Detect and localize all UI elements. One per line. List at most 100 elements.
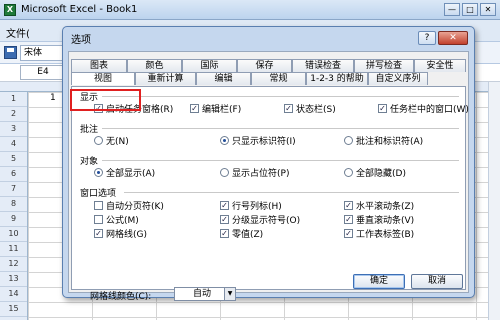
checkbox-checked-icon[interactable]: ✓ — [94, 104, 103, 113]
option-label: 公式(M) — [106, 216, 139, 226]
option-label: 启动任务窗格(R) — [106, 105, 174, 115]
row-number[interactable]: 8 — [0, 197, 27, 212]
option-label: 网格线(G) — [106, 230, 147, 240]
comment-option-1[interactable]: 只显示标识符(I) — [220, 134, 296, 147]
menu-file[interactable]: 文件( — [2, 23, 34, 42]
maximize-button[interactable]: □ — [462, 3, 478, 16]
row-number[interactable]: 10 — [0, 227, 27, 242]
option-label: 全部隐藏(D) — [356, 169, 406, 179]
radio-unselected-icon[interactable] — [94, 136, 103, 145]
excel-title-bar: X Microsoft Excel - Book1 — □ ✕ — [0, 0, 500, 20]
window-option-2[interactable]: ✓ 水平滚动条(Z) — [344, 199, 414, 212]
dialog-title: 选项 — [71, 34, 91, 46]
comment-option-0[interactable]: 无(N) — [94, 134, 129, 147]
checkbox-checked-icon[interactable]: ✓ — [284, 104, 293, 113]
option-label: 全部显示(A) — [106, 169, 156, 179]
option-label: 自动分页符(K) — [106, 202, 164, 212]
window-option-8[interactable]: ✓ 工作表标签(B) — [344, 227, 414, 240]
section-divider — [102, 96, 459, 97]
row-headers: 1 2 3 4 5 6 7 8 9 10 11 12 13 14 15 — [0, 92, 28, 320]
radio-selected-icon[interactable] — [220, 136, 229, 145]
tab-tabs-row1-3[interactable]: 保存 — [237, 59, 292, 72]
checkbox-checked-icon[interactable]: ✓ — [344, 215, 353, 224]
help-button[interactable]: ? — [418, 31, 436, 45]
tab-tabs-row1-4[interactable]: 错误检查 — [292, 59, 354, 72]
tab-tabs-row2-2[interactable]: 编辑 — [196, 72, 251, 85]
radio-unselected-icon[interactable] — [220, 168, 229, 177]
option-label: 编辑栏(F) — [202, 105, 242, 115]
tab-tabs-row1-5[interactable]: 拼写检查 — [354, 59, 414, 72]
name-box[interactable]: E4 — [20, 65, 66, 80]
object-option-2[interactable]: 全部隐藏(D) — [344, 166, 406, 179]
minimize-button[interactable]: — — [444, 3, 460, 16]
window-close-button[interactable]: ✕ — [480, 3, 496, 16]
tab-tabs-row2-0[interactable]: 视图 — [71, 72, 135, 85]
tab-row-2: 视图 重新计算 编辑 常规 1-2-3 的帮助 自定义序列 — [71, 72, 428, 85]
tab-tabs-row1-0[interactable]: 图表 — [71, 59, 127, 72]
gridline-color-label: 网格线颜色(C): — [90, 292, 152, 302]
option-label: 工作表标签(B) — [356, 230, 415, 240]
vertical-scrollbar[interactable] — [488, 82, 500, 320]
option-label: 水平滚动条(Z) — [356, 202, 415, 212]
section-divider — [102, 128, 459, 129]
display-option-1[interactable]: ✓ 编辑栏(F) — [190, 102, 241, 115]
option-label: 只显示标识符(I) — [232, 137, 296, 147]
window-option-3[interactable]: 公式(M) — [94, 213, 139, 226]
display-option-0[interactable]: ✓ 启动任务窗格(R) — [94, 102, 173, 115]
tab-tabs-row1-6[interactable]: 安全性 — [414, 59, 466, 72]
checkbox-checked-icon[interactable]: ✓ — [94, 229, 103, 238]
tab-tabs-row2-4[interactable]: 1-2-3 的帮助 — [306, 72, 368, 85]
row-number[interactable]: 9 — [0, 212, 27, 227]
checkbox-checked-icon[interactable]: ✓ — [220, 201, 229, 210]
row-number[interactable]: 12 — [0, 257, 27, 272]
checkbox-checked-icon[interactable]: ✓ — [344, 229, 353, 238]
font-name-box[interactable]: 宋体 — [20, 45, 66, 61]
row-number[interactable]: 13 — [0, 272, 27, 287]
row-number[interactable]: 2 — [0, 107, 27, 122]
row-number[interactable]: 4 — [0, 137, 27, 152]
row-number[interactable]: 3 — [0, 122, 27, 137]
dialog-close-button[interactable]: ✕ — [438, 31, 468, 45]
row-number[interactable]: 14 — [0, 287, 27, 302]
radio-unselected-icon[interactable] — [344, 136, 353, 145]
row-number[interactable]: 11 — [0, 242, 27, 257]
radio-selected-icon[interactable] — [94, 168, 103, 177]
checkbox-unchecked-icon[interactable] — [94, 201, 103, 210]
row-number[interactable]: 6 — [0, 167, 27, 182]
ok-button[interactable]: 确定 — [353, 274, 405, 289]
display-option-2[interactable]: ✓ 状态栏(S) — [284, 102, 336, 115]
checkbox-checked-icon[interactable]: ✓ — [220, 229, 229, 238]
option-label: 无(N) — [106, 137, 129, 147]
option-label: 分级显示符号(O) — [232, 216, 301, 226]
tab-tabs-row1-1[interactable]: 颜色 — [127, 59, 182, 72]
cancel-button[interactable]: 取消 — [411, 274, 463, 289]
checkbox-checked-icon[interactable]: ✓ — [344, 201, 353, 210]
checkbox-unchecked-icon[interactable] — [94, 215, 103, 224]
tab-tabs-row1-2[interactable]: 国际 — [182, 59, 237, 72]
radio-unselected-icon[interactable] — [344, 168, 353, 177]
window-option-4[interactable]: ✓ 分级显示符号(O) — [220, 213, 300, 226]
tab-tabs-row2-1[interactable]: 重新计算 — [135, 72, 196, 85]
tab-tabs-row2-3[interactable]: 常规 — [251, 72, 306, 85]
chevron-down-icon[interactable]: ▼ — [224, 288, 235, 300]
row-number[interactable]: 5 — [0, 152, 27, 167]
window-option-5[interactable]: ✓ 垂直滚动条(V) — [344, 213, 414, 226]
comment-option-2[interactable]: 批注和标识符(A) — [344, 134, 423, 147]
display-option-3[interactable]: ✓ 任务栏中的窗口(W) — [378, 102, 469, 115]
row-number[interactable]: 7 — [0, 182, 27, 197]
checkbox-checked-icon[interactable]: ✓ — [190, 104, 199, 113]
tab-tabs-row2-5[interactable]: 自定义序列 — [368, 72, 428, 85]
checkbox-checked-icon[interactable]: ✓ — [378, 104, 387, 113]
row-number[interactable]: 1 — [0, 92, 27, 107]
window-option-7[interactable]: ✓ 零值(Z) — [220, 227, 263, 240]
row-number[interactable]: 15 — [0, 302, 27, 317]
window-option-6[interactable]: ✓ 网格线(G) — [94, 227, 147, 240]
object-option-0[interactable]: 全部显示(A) — [94, 166, 155, 179]
window-option-0[interactable]: 自动分页符(K) — [94, 199, 164, 212]
checkbox-checked-icon[interactable]: ✓ — [220, 215, 229, 224]
save-icon[interactable] — [4, 46, 17, 59]
cell-a1[interactable]: 1 — [50, 93, 62, 103]
object-option-1[interactable]: 显示占位符(P) — [220, 166, 289, 179]
gridline-color-select[interactable]: 自动 ▼ — [174, 287, 236, 301]
window-option-1[interactable]: ✓ 行号列标(H) — [220, 199, 282, 212]
